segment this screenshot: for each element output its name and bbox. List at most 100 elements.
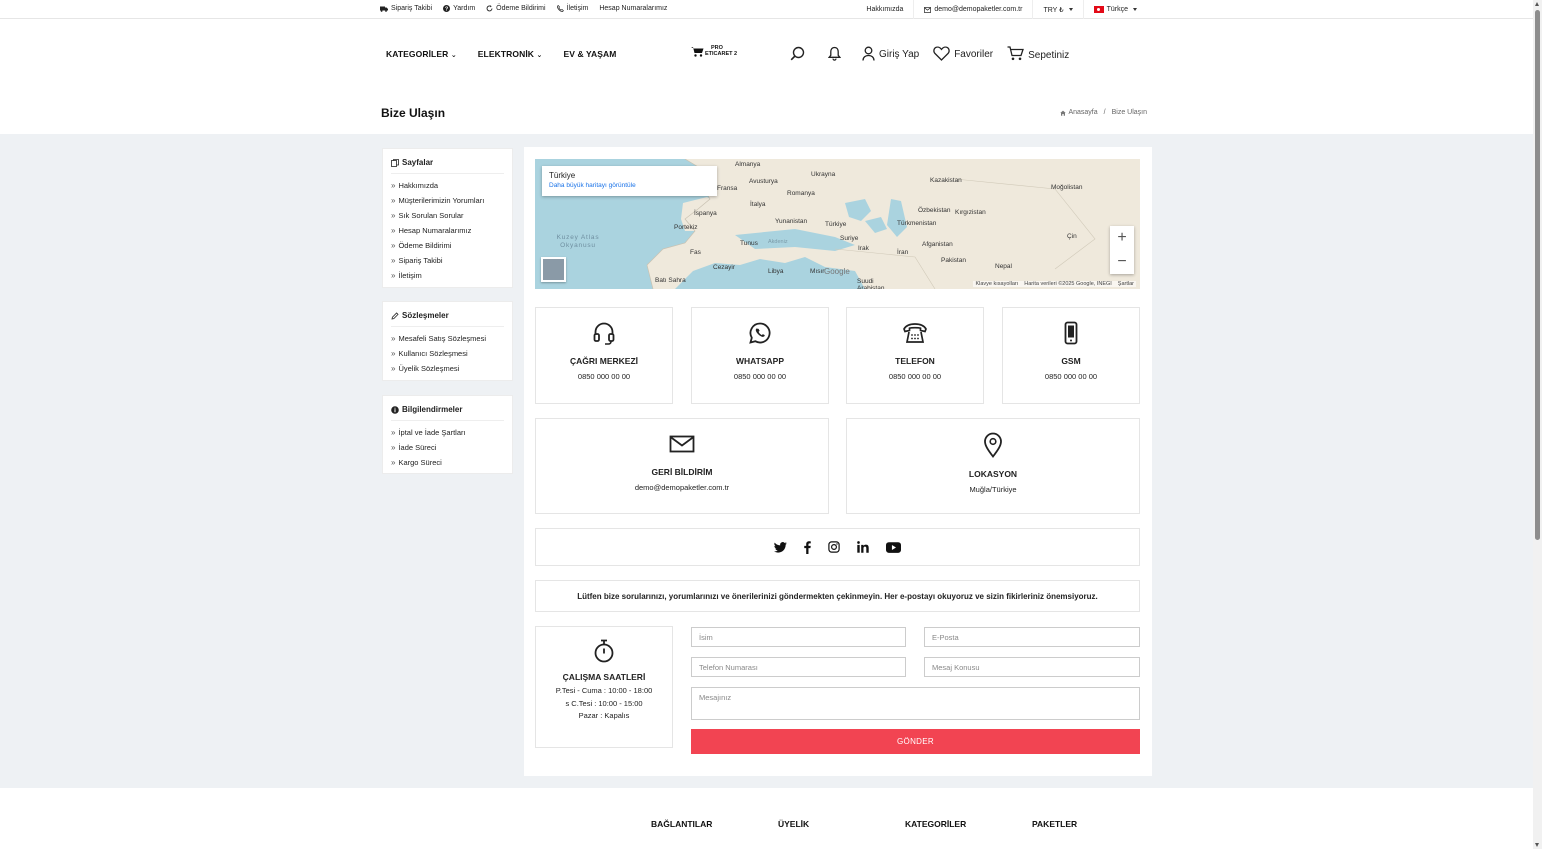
scroll-up-arrow[interactable] [1535,2,1539,6]
double-chevron-right-icon: » [391,458,396,467]
language-select[interactable]: Türkçe [1082,0,1147,19]
pencil-icon [391,311,399,320]
order-tracking-link[interactable]: Sipariş Takibi [380,5,432,12]
sidebar-item-label: İade Süreci [398,443,437,452]
sidebar-item-order-tracking[interactable]: » Sipariş Takibi [391,253,504,268]
double-chevron-right-icon: » [391,443,396,452]
cart-button[interactable]: Sepetiniz [1007,45,1069,61]
sidebar-item-bank-accounts[interactable]: » Hesap Numaralarımız [391,223,504,238]
sidebar-item-shipping-process[interactable]: » Kargo Süreci [391,455,504,470]
login-button[interactable]: Giriş Yap [862,46,919,61]
nav-electronics-label: ELEKTRONİK [477,49,535,59]
double-chevron-right-icon: » [391,181,396,190]
sidebar-pages-heading: Sayfalar [391,158,504,174]
contact-link[interactable]: İletişim [556,5,588,12]
map-label: Çin [1067,233,1077,240]
favorites-button[interactable]: Favoriler [933,45,994,61]
location-card: LOKASYON Muğla/Türkiye [846,418,1140,514]
map-satellite-toggle[interactable] [541,257,566,282]
sidebar-item-label: Müşterilerimizin Yorumları [398,196,485,205]
top-links: Sipariş Takibi ? Yardım Ödeme Bildirimi … [380,5,667,12]
phone-input[interactable] [691,657,906,677]
map-zoom-in[interactable]: + [1110,226,1134,250]
site-logo[interactable]: PRO ETICARET 2 [691,45,737,57]
youtube-icon[interactable] [886,541,901,553]
phone-icon [556,5,564,12]
map-shortcuts[interactable]: Klavye kısayolları [975,281,1018,287]
sidebar-item-membership-agreement[interactable]: » Üyelik Sözleşmesi [391,361,504,376]
search-icon [790,46,805,60]
linkedin-icon[interactable] [857,541,869,553]
payment-notice-link[interactable]: Ödeme Bildirimi [486,5,546,12]
sidebar-item-label: Kullanıcı Sözleşmesi [398,349,468,358]
footer-categories-heading: KATEGORİLER [905,819,967,829]
nav-home-living[interactable]: EV & YAŞAM [563,49,616,59]
header: KATEGORİLER ⌄ ELEKTRONİK ⌄ EV & YAŞAM PR… [0,19,1533,91]
contact-panel: Türkiye Daha büyük haritayı görüntüle Al… [524,147,1152,776]
double-chevron-right-icon: » [391,349,396,358]
sidebar-item-distance-sales[interactable]: » Mesafeli Satış Sözleşmesi [391,331,504,346]
feedback-email[interactable]: demo@demopaketler.com.tr [536,483,828,492]
email-link[interactable]: demo@demopaketler.com.tr [913,0,1032,19]
search-button[interactable] [790,46,805,61]
currency-select[interactable]: TRY ₺ [1032,0,1082,19]
google-map[interactable]: Türkiye Daha büyük haritayı görüntüle Al… [535,159,1140,289]
map-label: Kırgızistan [955,209,986,216]
message-textarea[interactable] [691,687,1140,720]
email-input[interactable] [924,627,1140,647]
stopwatch-icon [594,639,614,663]
send-button[interactable]: GÖNDER [691,729,1140,754]
about-link[interactable]: Hakkımızda [856,0,913,19]
map-label: İtalya [750,201,766,208]
page-scrollbar[interactable] [1533,0,1542,849]
sidebar-item-about[interactable]: » Hakkımızda [391,178,504,193]
nav-categories[interactable]: KATEGORİLER ⌄ [386,49,457,59]
map-label: İspanya [694,210,717,217]
sidebar-item-payment-notice[interactable]: » Ödeme Bildirimi [391,238,504,253]
sidebar-item-reviews[interactable]: » Müşterilerimizin Yorumları [391,193,504,208]
map-label: Pakistan [941,257,966,264]
telephone-card: TELEFON 0850 000 00 00 [846,307,984,404]
feedback-card: GERİ BİLDİRİM demo@demopaketler.com.tr [535,418,829,514]
sidebar-item-contact[interactable]: » İletişim [391,268,504,283]
favorites-label: Favoriler [954,49,994,60]
name-input[interactable] [691,627,906,647]
order-tracking-label: Sipariş Takibi [391,5,433,12]
notifications-button[interactable] [828,46,841,61]
mobile-phone-icon [1064,321,1078,345]
chevron-down-icon [1068,8,1073,11]
map-zoom-controls: + − [1110,226,1134,274]
telephone-value: 0850 000 00 00 [888,372,942,381]
facebook-icon[interactable] [804,540,811,554]
map-label: Libya [768,268,784,275]
scroll-down-arrow[interactable] [1535,843,1539,847]
footer-packages-heading: PAKETLER [1032,819,1078,829]
nav-electronics[interactable]: ELEKTRONİK ⌄ [478,49,543,59]
feedback-title: GERİ BİLDİRİM [651,467,713,477]
map-zoom-out[interactable]: − [1110,250,1134,274]
map-terms[interactable]: Şartlar [1118,281,1134,287]
breadcrumb-home[interactable]: Anasayfa [1060,109,1098,116]
map-label: Fas [690,249,701,256]
map-label: Kazakistan [930,177,962,184]
bank-accounts-link[interactable]: Hesap Numaralarımız [599,5,667,12]
twitter-icon[interactable] [774,541,787,553]
subject-input[interactable] [924,657,1140,677]
map-label: Türkmenistan [897,220,937,227]
scroll-thumb[interactable] [1535,10,1540,540]
cart-label: Sepetiniz [1028,50,1070,61]
help-link[interactable]: ? Yardım [443,5,475,12]
map-label: Kuzey Atlas Okyanusu [556,234,600,249]
sidebar-item-cancel-return[interactable]: » İptal ve İade Şartları [391,425,504,440]
sidebar-item-label: Hakkımızda [398,181,439,190]
map-label: İran [897,249,909,256]
call-center-value: 0850 000 00 00 [577,372,631,381]
sidebar-item-user-agreement[interactable]: » Kullanıcı Sözleşmesi [391,346,504,361]
top-right: Hakkımızda demo@demopaketler.com.tr TRY … [856,0,1147,19]
map-larger-link[interactable]: Daha büyük haritayı görüntüle [549,182,710,189]
instagram-icon[interactable] [828,541,840,553]
map-label: Moğolistan [1051,184,1083,191]
sidebar-item-return-process[interactable]: » İade Süreci [391,440,504,455]
info-circle-icon [391,405,399,414]
sidebar-item-faq[interactable]: » Sık Sorulan Sorular [391,208,504,223]
